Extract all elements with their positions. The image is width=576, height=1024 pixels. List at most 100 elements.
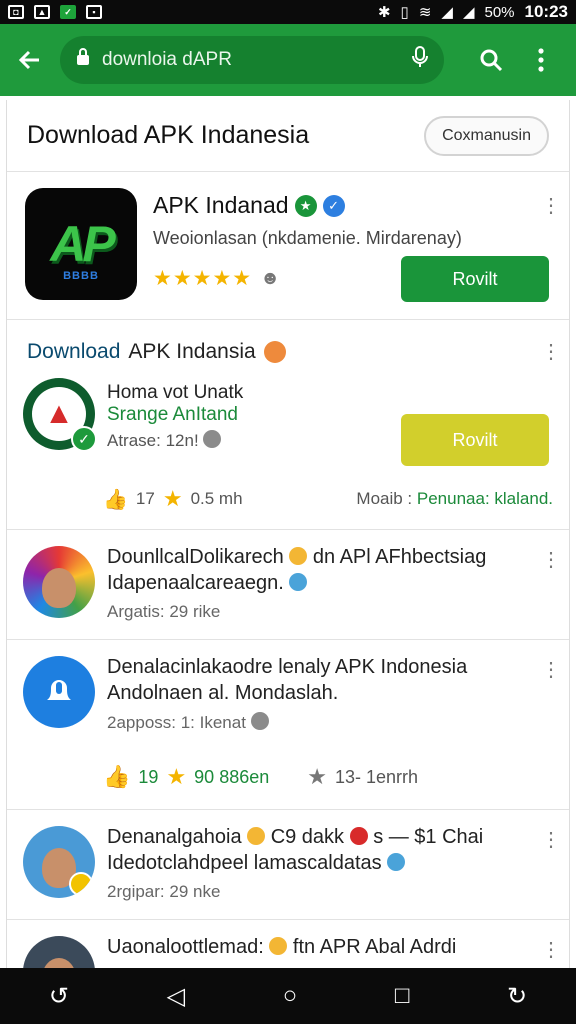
item-meta: 2apposs: 1: Ikenat bbox=[107, 712, 269, 733]
item-title-a: DounllcalDolikarech bbox=[107, 546, 284, 568]
mail-icon: ▪ bbox=[86, 5, 102, 19]
item-subtitle-text: Idedotclahdpeel lamascaldatas bbox=[107, 852, 382, 874]
list-item[interactable]: DounllcalDolikarech dn APl AFhbectsiag I… bbox=[7, 530, 569, 640]
thumbs-up-icon: 👍 bbox=[103, 488, 128, 511]
emoji-icon bbox=[263, 341, 286, 363]
meta: Moaib : Penunaa: klaland. bbox=[356, 489, 553, 509]
more-vertical-icon[interactable]: ⋮ bbox=[541, 550, 561, 570]
featured-line-2: Srange AnItand bbox=[107, 404, 238, 425]
wifi-icon: ≋ bbox=[418, 4, 432, 21]
install-button-featured[interactable]: Rovilt bbox=[401, 414, 549, 466]
stat-value: 13- 1enrrh bbox=[334, 766, 419, 787]
thumbs-up-icon: 👍 bbox=[103, 764, 131, 789]
item-title-a: Denanalgahoia bbox=[107, 826, 242, 848]
app-card[interactable]: AP BBBB APK Indanad ★ ✓ Weoionlasan (nkd… bbox=[7, 172, 569, 320]
back-button[interactable] bbox=[0, 24, 60, 96]
back-triangle-icon[interactable]: ◁ bbox=[167, 982, 185, 1011]
list-item[interactable]: Denanalgahoia C9 dakk s — $1 Chai Idedot… bbox=[7, 810, 569, 920]
search-button[interactable] bbox=[466, 24, 516, 96]
search-icon bbox=[480, 49, 503, 72]
likes-count: 19 bbox=[138, 766, 159, 787]
page-title: Download APK Indanesia bbox=[27, 121, 310, 149]
image-icon: ▲ bbox=[34, 5, 50, 19]
emoji-icon bbox=[203, 430, 222, 448]
item-title-b: C9 dakk bbox=[270, 826, 345, 848]
app-logo-text: AP bbox=[50, 216, 115, 272]
page-header: Download APK Indanesia Coxmanusin bbox=[7, 100, 569, 172]
size-label: 0.5 mh bbox=[190, 489, 243, 508]
app-logo: AP BBBB bbox=[25, 188, 137, 300]
list-item[interactable]: Denalacinlakaodre lenaly APK Indonesia A… bbox=[7, 640, 569, 810]
signal-icon: ◢ bbox=[441, 4, 453, 21]
more-vertical-icon[interactable]: ⋮ bbox=[541, 196, 561, 216]
star-outline-icon: ★ bbox=[307, 764, 327, 789]
microphone-icon[interactable] bbox=[412, 46, 428, 74]
section-title-b: APK Indansia bbox=[128, 340, 256, 363]
home-icon[interactable]: ○ bbox=[283, 982, 298, 1010]
item-title: DounllcalDolikarech dn APl AFhbectsiag bbox=[107, 546, 486, 569]
person-icon bbox=[42, 958, 76, 968]
item-title: Denanalgahoia C9 dakk s — $1 Chai bbox=[107, 826, 483, 849]
gesture-icon[interactable]: ↻ bbox=[507, 982, 527, 1011]
meta-value: Penunaa: klaland. bbox=[416, 489, 553, 508]
filter-pill[interactable]: Coxmanusin bbox=[424, 115, 549, 156]
photo-icon: ◘ bbox=[8, 5, 24, 19]
item-subtitle-text: Idapenaalcareaegn. bbox=[107, 572, 284, 594]
stars-icon: ★★★★★ bbox=[153, 267, 253, 290]
emoji-icon bbox=[247, 827, 266, 845]
check-icon: ✓ bbox=[71, 426, 97, 452]
app-logo-subtext: BBBB bbox=[63, 270, 99, 282]
meta-label: Moaib : bbox=[356, 489, 413, 508]
item-subtitle: Andolnaen al. Mondaslah. bbox=[107, 682, 339, 704]
item-subtitle: Idedotclahdpeel lamascaldatas bbox=[107, 852, 406, 875]
item-stats: 👍 19 ★ 90 886en ★ 13- 1enrrh bbox=[103, 764, 553, 790]
more-vertical-icon[interactable]: ⋮ bbox=[541, 940, 561, 960]
rating-stars: ★★★★★ ☻ bbox=[153, 266, 281, 291]
item-title-b: ftn APR Abal Adrdi bbox=[292, 936, 457, 958]
system-nav-bar: ↺ ◁ ○ □ ↻ bbox=[0, 968, 576, 1024]
page-content: Download APK Indanesia Coxmanusin AP BBB… bbox=[6, 100, 570, 968]
app-title: APK Indanad ★ ✓ bbox=[153, 192, 345, 219]
list-item[interactable]: Uaonaloottlemad: ftn APR Abal Adrdi ⋮ bbox=[7, 920, 569, 968]
install-button[interactable]: Rovilt bbox=[401, 256, 549, 302]
item-title-c: s — $1 Chai bbox=[373, 826, 484, 848]
app-subtitle: Weoionlasan (nkdamenie. Mirdarenay) bbox=[153, 228, 462, 248]
featured-line-3-text: Atrase: 12n! bbox=[107, 431, 199, 450]
swipe-icon[interactable]: ↺ bbox=[49, 982, 69, 1011]
more-vertical-icon bbox=[538, 48, 544, 72]
star-icon: ★ bbox=[162, 486, 183, 511]
browser-toolbar: downloia dAPR bbox=[0, 24, 576, 96]
lock-icon bbox=[76, 48, 90, 72]
emoji-icon bbox=[269, 937, 288, 955]
heart-icon bbox=[349, 827, 368, 845]
status-bar: ◘ ▲ ✓ ▪ ✱ ▯ ≋ ◢ ◢ 50% 10:23 bbox=[0, 0, 576, 24]
clock: 10:23 bbox=[524, 2, 568, 21]
item-title: Uaonaloottlemad: ftn APR Abal Adrdi bbox=[107, 936, 456, 959]
address-bar[interactable]: downloia dAPR bbox=[60, 36, 444, 84]
globe-icon bbox=[387, 853, 406, 871]
avatar bbox=[23, 546, 95, 618]
item-title-a: Uaonaloottlemad: bbox=[107, 936, 264, 958]
menu-button[interactable] bbox=[516, 24, 566, 96]
likes-count: 17 bbox=[135, 489, 155, 508]
check-icon: ✓ bbox=[60, 5, 76, 19]
avatar bbox=[23, 656, 95, 728]
face-icon: ☻ bbox=[260, 267, 282, 289]
recents-icon[interactable]: □ bbox=[395, 982, 410, 1010]
more-vertical-icon[interactable]: ⋮ bbox=[541, 342, 561, 362]
signal-icon-2: ◢ bbox=[462, 4, 475, 21]
featured-line-3: Atrase: 12n! bbox=[107, 430, 222, 451]
featured-stats: 👍 17 ★ 0.5 mh Moaib : Penunaa: klaland. bbox=[103, 486, 553, 512]
bell-icon bbox=[47, 680, 71, 700]
section-title: Download APK Indansia bbox=[27, 340, 286, 364]
star-badge-icon: ★ bbox=[294, 194, 317, 217]
more-vertical-icon[interactable]: ⋮ bbox=[541, 830, 561, 850]
rating-value: 90 886en bbox=[194, 766, 270, 787]
emoji-icon bbox=[250, 712, 269, 730]
app-name: APK Indanad bbox=[153, 192, 289, 218]
more-vertical-icon[interactable]: ⋮ bbox=[541, 660, 561, 680]
emoji-icon bbox=[289, 547, 308, 565]
featured-card[interactable]: Download APK Indansia ⋮ ▲ ✓ Homa vot Una… bbox=[7, 320, 569, 530]
battery-label: 50% bbox=[484, 3, 515, 21]
featured-app-icon: ▲ ✓ bbox=[23, 378, 97, 452]
